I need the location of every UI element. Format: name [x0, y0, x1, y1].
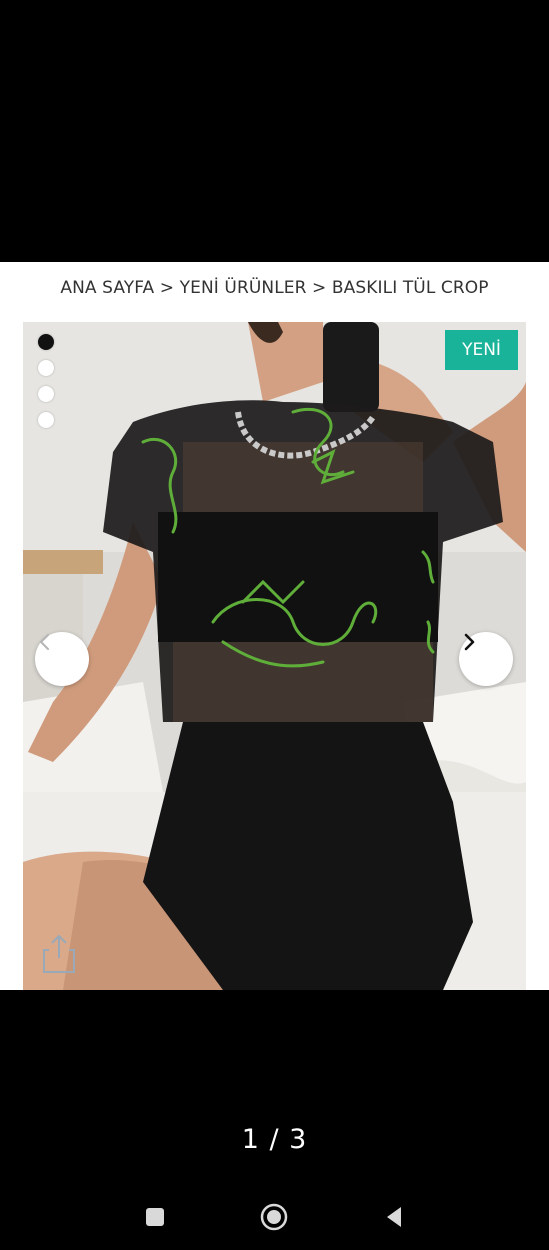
pagination-dot[interactable] [38, 386, 54, 402]
circle-icon [260, 1203, 288, 1231]
image-counter: 1 / 3 [241, 1124, 308, 1155]
product-image[interactable]: YENİ [23, 322, 526, 990]
triangle-back-icon [387, 1207, 401, 1227]
pagination-dot[interactable] [38, 360, 54, 376]
pagination-dot[interactable] [38, 412, 54, 428]
breadcrumb[interactable]: ANA SAYFA > YENİ ÜRÜNLER > BASKILI TÜL C… [0, 278, 549, 298]
next-image-button[interactable] [459, 632, 513, 686]
recents-button[interactable] [134, 1196, 176, 1238]
system-navigation-bar [0, 1196, 549, 1238]
previous-image-button[interactable] [35, 632, 89, 686]
image-pagination-dots [38, 334, 56, 438]
home-button[interactable] [253, 1196, 295, 1238]
product-card: ANA SAYFA > YENİ ÜRÜNLER > BASKILI TÜL C… [0, 262, 549, 990]
share-icon [43, 935, 75, 973]
pagination-dot-active[interactable] [38, 334, 54, 350]
square-icon [146, 1208, 164, 1226]
product-photo-illustration [23, 322, 526, 990]
chevron-right-icon [464, 633, 475, 651]
chevron-left-icon [40, 634, 49, 650]
new-badge: YENİ [445, 330, 518, 370]
share-button[interactable] [41, 932, 77, 976]
back-button[interactable] [373, 1196, 415, 1238]
